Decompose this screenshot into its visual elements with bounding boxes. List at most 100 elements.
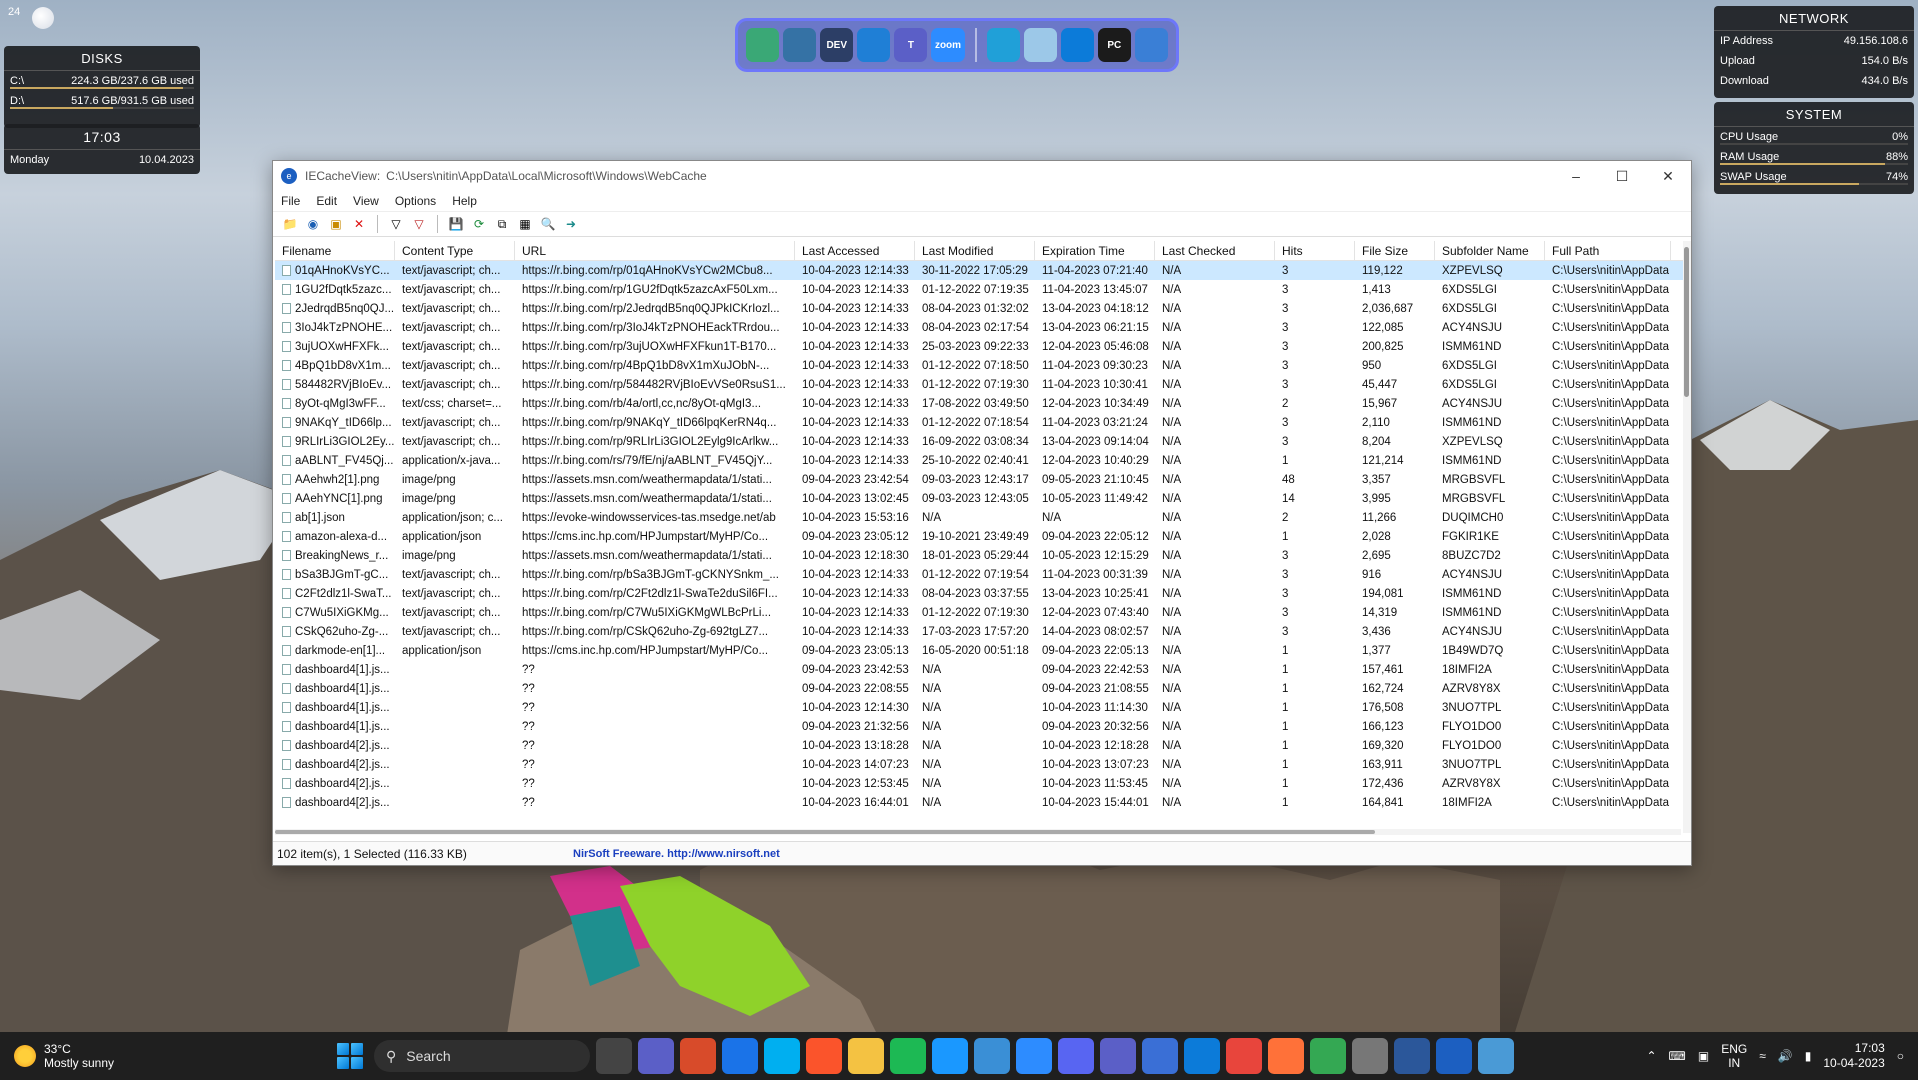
maximize-button[interactable]: ☐ — [1599, 161, 1645, 191]
mail-icon[interactable] — [722, 1038, 758, 1074]
col-filename[interactable]: Filename — [275, 241, 395, 260]
table-row[interactable]: C7Wu5IXiGKMg... text/javascript; ch... htt… — [275, 603, 1689, 622]
filter-icon[interactable]: ▽ — [387, 215, 405, 233]
battery-icon[interactable]: ▮ — [1805, 1049, 1812, 1063]
skype-icon[interactable] — [764, 1038, 800, 1074]
camera-icon[interactable] — [638, 1038, 674, 1074]
col-hits[interactable]: Hits — [1275, 241, 1355, 260]
properties-icon[interactable]: ▦ — [516, 215, 534, 233]
chrome-icon[interactable] — [1226, 1038, 1262, 1074]
table-row[interactable]: 3IoJ4kTzPNOHE... text/javascript; ch... ht… — [275, 318, 1689, 337]
zoom-icon[interactable]: zoom — [931, 28, 965, 62]
table-row[interactable]: darkmode-en[1]... application/json https:/… — [275, 641, 1689, 660]
start-button[interactable] — [332, 1038, 368, 1074]
table-row[interactable]: dashboard4[1].js...?? 10-04-2023 12:14:30… — [275, 698, 1689, 717]
menu-options[interactable]: Options — [395, 194, 436, 208]
table-row[interactable]: 1GU2fDqtk5zazc... text/javascript; ch... h… — [275, 280, 1689, 299]
menu-edit[interactable]: Edit — [316, 194, 337, 208]
title-bar[interactable]: e IECacheView: C:\Users\nitin\AppData\Lo… — [273, 161, 1691, 191]
edge-icon[interactable] — [1060, 28, 1094, 62]
filter-remove-icon[interactable]: ▽ — [410, 215, 428, 233]
table-row[interactable]: bSa3BJGmT-gC... text/javascript; ch... htt… — [275, 565, 1689, 584]
discord-icon[interactable] — [1058, 1038, 1094, 1074]
search-box[interactable]: ⚲ Search — [374, 1040, 590, 1072]
table-row[interactable]: aABLNT_FV45Qj... application/x-java... htt… — [275, 451, 1689, 470]
col-full-path[interactable]: Full Path — [1545, 241, 1671, 260]
snipping-tool-icon[interactable] — [1478, 1038, 1514, 1074]
atom-icon[interactable] — [746, 28, 780, 62]
menu-help[interactable]: Help — [452, 194, 477, 208]
teams-icon[interactable]: T — [894, 28, 928, 62]
keyboard-icon[interactable]: ⌨ — [1669, 1049, 1686, 1063]
prime-video-icon[interactable] — [932, 1038, 968, 1074]
close-button[interactable]: ✕ — [1645, 161, 1691, 191]
table-row[interactable]: AAehwh2[1].png image/png https://assets.ms… — [275, 470, 1689, 489]
table-row[interactable]: C2Ft2dlz1l-SwaT... text/javascript; ch...… — [275, 584, 1689, 603]
table-row[interactable]: 01qAHnoKVsYC... text/javascript; ch... htt… — [275, 261, 1689, 280]
minimize-button[interactable]: – — [1553, 161, 1599, 191]
task-view-icon[interactable] — [596, 1038, 632, 1074]
delete-icon[interactable]: ✕ — [350, 215, 368, 233]
file-explorer-icon[interactable] — [848, 1038, 884, 1074]
edge-taskbar-icon[interactable] — [1184, 1038, 1220, 1074]
save-icon[interactable]: 💾 — [447, 215, 465, 233]
language-indicator[interactable]: ENG IN — [1721, 1042, 1747, 1070]
firefox-icon[interactable] — [1268, 1038, 1304, 1074]
copy-files-icon[interactable]: ▣ — [327, 215, 345, 233]
table-row[interactable]: 9RLIrLi3GIOL2Ey... text/javascript; ch...… — [275, 432, 1689, 451]
table-row[interactable]: dashboard4[2].js...?? 10-04-2023 14:07:23… — [275, 755, 1689, 774]
copy-icon[interactable]: ⧉ — [493, 215, 511, 233]
table-row[interactable]: ab[1].json application/json; c... https://… — [275, 508, 1689, 527]
wifi-icon[interactable]: ≈ — [1759, 1049, 1766, 1063]
word-icon[interactable] — [1394, 1038, 1430, 1074]
monitor-icon[interactable] — [986, 28, 1020, 62]
store-icon[interactable] — [1142, 1038, 1178, 1074]
open-folder-icon[interactable]: 📁 — [281, 215, 299, 233]
table-row[interactable]: dashboard4[2].js...?? 10-04-2023 16:44:01… — [275, 793, 1689, 812]
photos-icon[interactable] — [680, 1038, 716, 1074]
menu-view[interactable]: View — [353, 194, 379, 208]
teams-taskbar-icon[interactable] — [1100, 1038, 1136, 1074]
notification-icon[interactable]: ○ — [1897, 1049, 1904, 1063]
horizontal-scrollbar[interactable] — [275, 829, 1681, 835]
col-last-accessed[interactable]: Last Accessed — [795, 241, 915, 260]
table-row[interactable]: 9NAKqY_tID66lp... text/javascript; ch... h… — [275, 413, 1689, 432]
table-row[interactable]: 584482RVjBIoEv... text/javascript; ch... h… — [275, 375, 1689, 394]
spotify-icon[interactable] — [890, 1038, 926, 1074]
col-url[interactable]: URL — [515, 241, 795, 260]
recycle-bin-icon[interactable] — [1023, 28, 1057, 62]
table-row[interactable]: CSkQ62uho-Zg-... text/javascript; ch... ht… — [275, 622, 1689, 641]
table-row[interactable]: dashboard4[1].js...?? 09-04-2023 22:08:55… — [275, 679, 1689, 698]
python-icon[interactable] — [783, 28, 817, 62]
vertical-scrollbar[interactable] — [1683, 241, 1691, 833]
pycharm-icon[interactable]: PC — [1097, 28, 1131, 62]
settings-icon[interactable] — [1352, 1038, 1388, 1074]
table-row[interactable]: 3ujUOXwHFXFk... text/javascript; ch... htt… — [275, 337, 1689, 356]
table-row[interactable]: BreakingNews_r... image/png https://assets… — [275, 546, 1689, 565]
volume-icon[interactable]: 🔊 — [1778, 1049, 1793, 1063]
refresh-icon[interactable]: ⟳ — [470, 215, 488, 233]
col-subfolder-name[interactable]: Subfolder Name — [1435, 241, 1545, 260]
table-row[interactable]: 4BpQ1bD8vX1m... text/javascript; ch... htt… — [275, 356, 1689, 375]
chrome-profile-icon[interactable] — [1310, 1038, 1346, 1074]
table-row[interactable]: amazon-alexa-d... application/json https:/… — [275, 527, 1689, 546]
find-icon[interactable]: 🔍 — [539, 215, 557, 233]
globe-icon[interactable]: ◉ — [304, 215, 322, 233]
col-file-size[interactable]: File Size — [1355, 241, 1435, 260]
table-row[interactable]: AAehYNC[1].png image/png https://assets.ms… — [275, 489, 1689, 508]
col-content-type[interactable]: Content Type — [395, 241, 515, 260]
col-expiration-time[interactable]: Expiration Time — [1035, 241, 1155, 260]
nirsoft-link[interactable]: NirSoft Freeware. http://www.nirsoft.net — [573, 848, 780, 860]
taskbar-clock[interactable]: 17:03 10-04-2023 — [1823, 1041, 1884, 1071]
brave-icon[interactable] — [806, 1038, 842, 1074]
weather-widget[interactable]: 33°C Mostly sunny — [0, 1042, 320, 1070]
iecacheview-taskbar-icon[interactable] — [1436, 1038, 1472, 1074]
table-row[interactable]: dashboard4[2].js...?? 10-04-2023 12:53:45… — [275, 774, 1689, 793]
table-row[interactable]: dashboard4[1].js...?? 09-04-2023 21:32:56… — [275, 717, 1689, 736]
notepad-icon[interactable] — [974, 1038, 1010, 1074]
zoom-taskbar-icon[interactable] — [1016, 1038, 1052, 1074]
table-row[interactable]: 2JedrqdB5nq0QJ... text/javascript; ch... h… — [275, 299, 1689, 318]
table-row[interactable]: 8yOt-qMgI3wFF... text/css; charset=... htt… — [275, 394, 1689, 413]
chevron-up-icon[interactable]: ⌃ — [1646, 1049, 1656, 1063]
col-last-modified[interactable]: Last Modified — [915, 241, 1035, 260]
